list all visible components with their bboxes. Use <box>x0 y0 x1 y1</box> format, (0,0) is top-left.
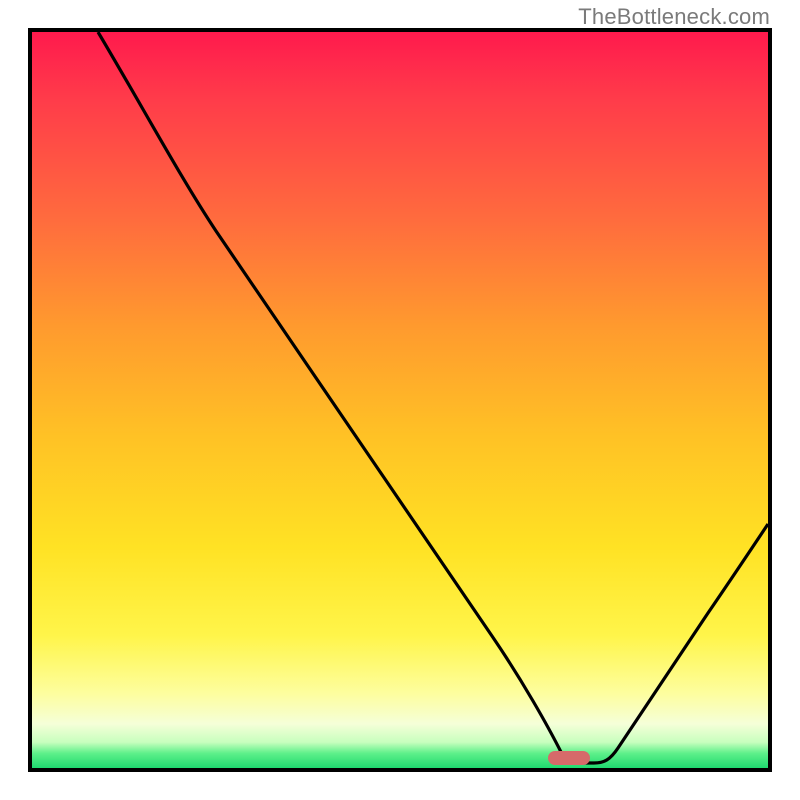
watermark-label: TheBottleneck.com <box>578 4 770 30</box>
optimal-marker <box>548 751 590 765</box>
chart-background-gradient <box>32 32 768 768</box>
chart-frame <box>28 28 772 772</box>
